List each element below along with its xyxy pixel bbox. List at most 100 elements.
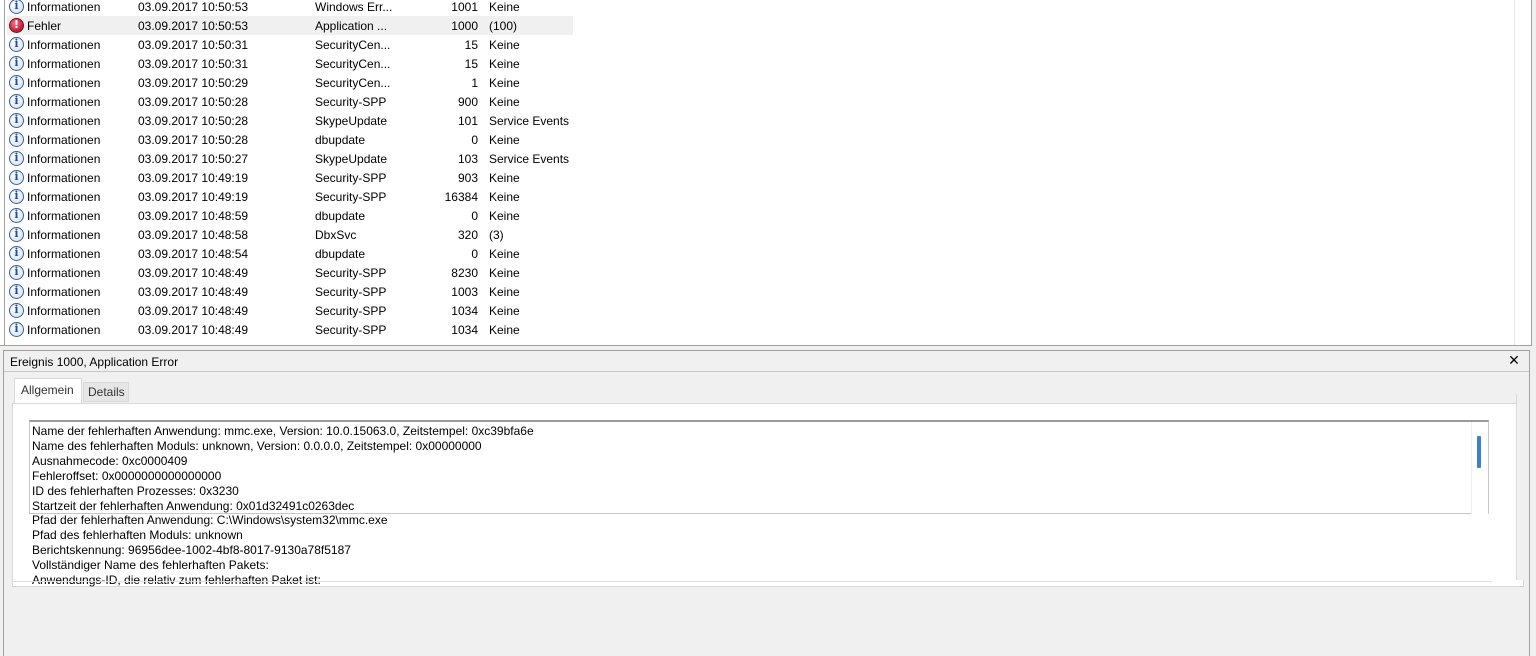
tab-details[interactable]: Details <box>83 382 129 402</box>
event-category: Service Events <box>489 152 570 166</box>
event-category: Keine <box>489 247 520 261</box>
event-row[interactable]: Informationen 03.09.2017 10:50:28 SkypeUpd… <box>5 111 1515 130</box>
info-icon <box>9 113 24 128</box>
event-category: Keine <box>489 190 520 204</box>
event-row[interactable]: Informationen 03.09.2017 10:48:49 Security… <box>5 301 1515 320</box>
event-level: Informationen <box>27 323 101 337</box>
event-id: 0 <box>471 247 478 261</box>
info-icon <box>9 322 24 337</box>
event-id: 320 <box>457 228 478 242</box>
event-source: SecurityCen... <box>315 76 391 90</box>
info-icon <box>9 170 24 185</box>
event-level: Informationen <box>27 247 101 261</box>
description-line: Vollständiger Name des fehlerhaften Pake… <box>32 558 269 573</box>
event-level: Fehler <box>27 19 62 33</box>
event-id: 103 <box>457 152 478 166</box>
event-date: 03.09.2017 10:50:53 <box>138 19 249 33</box>
event-id: 903 <box>457 171 478 185</box>
info-icon <box>9 75 24 90</box>
event-date: 03.09.2017 10:48:49 <box>138 266 249 280</box>
event-id: 1 <box>471 76 478 90</box>
info-icon <box>9 189 24 204</box>
event-row[interactable]: Informationen 03.09.2017 10:50:28 dbupdate… <box>5 130 1515 149</box>
detail-scrollbar[interactable] <box>1516 394 1528 580</box>
event-row[interactable]: Informationen 03.09.2017 10:50:29 Security… <box>5 73 1515 92</box>
event-date: 03.09.2017 10:50:53 <box>138 0 249 14</box>
event-date: 03.09.2017 10:48:49 <box>138 285 249 299</box>
event-row[interactable]: Informationen 03.09.2017 10:48:54 dbupdate… <box>5 244 1515 263</box>
description-scrollbar[interactable] <box>1471 422 1488 514</box>
event-level: Informationen <box>27 266 101 280</box>
event-source: dbupdate <box>315 133 366 147</box>
event-source: DbxSvc <box>315 228 357 242</box>
event-date: 03.09.2017 10:50:29 <box>138 76 249 90</box>
event-date: 03.09.2017 10:48:54 <box>138 247 249 261</box>
event-row[interactable]: Informationen 03.09.2017 10:48:58 DbxSvc 32… <box>5 225 1515 244</box>
event-category: (100) <box>489 19 518 33</box>
event-list[interactable]: Informationen 03.09.2017 10:50:53 Windows … <box>0 0 1532 346</box>
description-line: ID des fehlerhaften Prozesses: 0x3230 <box>32 483 239 498</box>
event-level: Informationen <box>27 171 101 185</box>
info-icon <box>9 0 24 14</box>
event-category: Service Events <box>489 114 570 128</box>
info-icon <box>9 151 24 166</box>
event-row[interactable]: Informationen 03.09.2017 10:50:31 Security… <box>5 35 1515 54</box>
event-id: 1034 <box>451 323 478 337</box>
event-row[interactable]: Informationen 03.09.2017 10:48:49 Security… <box>5 263 1515 282</box>
event-source: SecurityCen... <box>315 57 391 71</box>
event-source: SkypeUpdate <box>315 152 388 166</box>
event-level: Informationen <box>27 76 101 90</box>
event-category: Keine <box>489 95 520 109</box>
tab-general[interactable]: Allgemein <box>14 378 82 403</box>
event-source: dbupdate <box>315 247 366 261</box>
event-date: 03.09.2017 10:49:19 <box>138 171 249 185</box>
event-row[interactable]: Informationen 03.09.2017 10:49:19 Security… <box>5 168 1515 187</box>
event-id: 0 <box>471 133 478 147</box>
event-source: Application ... <box>315 19 388 33</box>
event-category: Keine <box>489 209 520 223</box>
close-icon[interactable]: ✕ <box>1507 353 1521 369</box>
event-row[interactable]: Fehler 03.09.2017 10:50:53 Application ...… <box>5 16 1515 35</box>
detail-header: Ereignis 1000, Application Error ✕ <box>4 350 1529 372</box>
event-description-text: Name der fehlerhaften Anwendung: mmc.exe… <box>32 424 1472 588</box>
event-source: SkypeUpdate <box>315 114 388 128</box>
event-row[interactable]: Informationen 03.09.2017 10:48:49 Security… <box>5 320 1515 339</box>
event-date: 03.09.2017 10:50:28 <box>138 95 249 109</box>
info-icon <box>9 227 24 242</box>
event-list-scrollbar[interactable] <box>1514 0 1531 345</box>
event-detail-pane: Ereignis 1000, Application Error ✕ Allge… <box>3 350 1530 656</box>
event-source: Security-SPP <box>315 95 387 109</box>
event-row[interactable]: Informationen 03.09.2017 10:50:31 Security… <box>5 54 1515 73</box>
description-scroll-thumb[interactable] <box>1477 436 1481 468</box>
general-tab-panel: Name der fehlerhaften Anwendung: mmc.exe… <box>12 403 1524 587</box>
info-icon <box>9 284 24 299</box>
info-icon <box>9 132 24 147</box>
description-line: Startzeit der fehlerhaften Anwendung: 0x… <box>32 498 355 513</box>
event-description-textbox[interactable]: Name der fehlerhaften Anwendung: mmc.exe… <box>29 420 1489 587</box>
description-line: Fehleroffset: 0x0000000000000000 <box>32 468 222 483</box>
event-row[interactable]: Informationen 03.09.2017 10:48:59 dbupdate… <box>5 206 1515 225</box>
event-level: Informationen <box>27 152 101 166</box>
event-category: Keine <box>489 133 520 147</box>
event-id: 1034 <box>451 304 478 318</box>
event-category: (3) <box>489 228 504 242</box>
event-date: 03.09.2017 10:50:28 <box>138 133 249 147</box>
event-row[interactable]: Informationen 03.09.2017 10:50:53 Windows … <box>5 0 1515 16</box>
event-row[interactable]: Informationen 03.09.2017 10:48:49 Security… <box>5 282 1515 301</box>
event-row[interactable]: Informationen 03.09.2017 10:49:19 Security… <box>5 187 1515 206</box>
error-icon <box>9 18 24 33</box>
event-category: Keine <box>489 266 520 280</box>
event-category: Keine <box>489 304 520 318</box>
event-level: Informationen <box>27 133 101 147</box>
event-id: 101 <box>457 114 478 128</box>
event-id: 1001 <box>451 0 478 14</box>
event-row[interactable]: Informationen 03.09.2017 10:50:27 SkypeUpd… <box>5 149 1515 168</box>
event-source: Security-SPP <box>315 171 387 185</box>
event-date: 03.09.2017 10:49:19 <box>138 190 249 204</box>
event-category: Keine <box>489 57 520 71</box>
event-source: Security-SPP <box>315 266 387 280</box>
description-line: Pfad der fehlerhaften Anwendung: C:\Wind… <box>32 513 388 528</box>
detail-title: Ereignis 1000, Application Error <box>10 355 179 369</box>
event-source: dbupdate <box>315 209 366 223</box>
event-row[interactable]: Informationen 03.09.2017 10:50:28 Security… <box>5 92 1515 111</box>
